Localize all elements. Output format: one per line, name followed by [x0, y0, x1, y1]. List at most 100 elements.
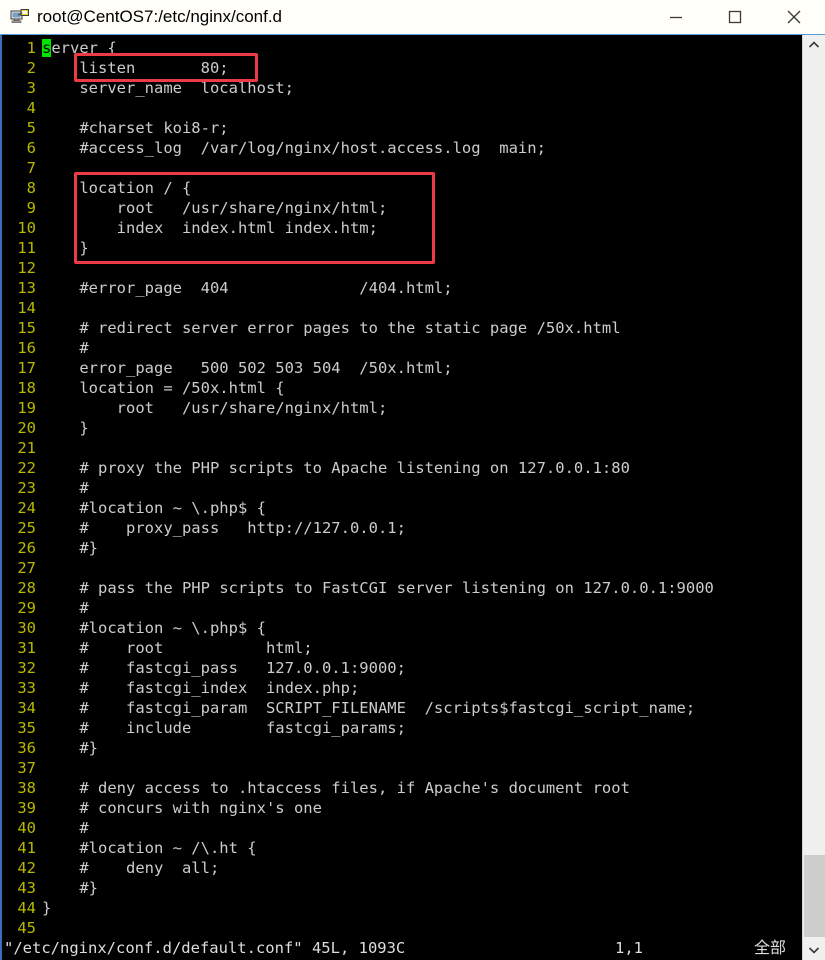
line-text: root /usr/share/nginx/html;	[42, 399, 388, 417]
line-number: 30	[17, 619, 36, 637]
minimize-button[interactable]	[653, 0, 699, 34]
line-text: # concurs with nginx's one	[42, 799, 322, 817]
code-line[interactable]: 43 #}	[2, 878, 802, 898]
line-number: 14	[17, 299, 36, 317]
code-line[interactable]: 32 # fastcgi_pass 127.0.0.1:9000;	[2, 658, 802, 678]
scrollbar-track[interactable]	[803, 55, 825, 940]
line-number: 39	[17, 799, 36, 817]
status-scroll-scope: 全部	[754, 938, 787, 957]
code-line[interactable]: 26 #}	[2, 538, 802, 558]
line-number: 3	[26, 79, 36, 97]
text-cursor: s	[42, 39, 52, 57]
line-number: 22	[17, 459, 36, 477]
code-line[interactable]: 44}	[2, 898, 802, 918]
line-number: 12	[17, 259, 36, 277]
code-line[interactable]: 23 #	[2, 478, 802, 498]
line-number: 45	[17, 919, 36, 937]
code-line[interactable]: 16 #	[2, 338, 802, 358]
line-text: }	[42, 899, 52, 917]
window-title: root@CentOS7:/etc/nginx/conf.d	[37, 7, 282, 26]
code-line[interactable]: 36 #}	[2, 738, 802, 758]
code-line[interactable]: 13 #error_page 404 /404.html;	[2, 278, 802, 298]
line-number: 15	[17, 319, 36, 337]
line-number: 28	[17, 579, 36, 597]
terminal-screen[interactable]: 1 server {2 listen 80; 3 server_name local…	[0, 35, 825, 960]
code-line[interactable]: 15 # redirect server error pages to the …	[2, 318, 802, 338]
line-text: #	[42, 599, 89, 617]
line-text: # root html;	[42, 639, 313, 657]
line-number: 42	[17, 859, 36, 877]
code-line[interactable]: 30 #location ~ \.php$ {	[2, 618, 802, 638]
line-number: 6	[26, 139, 36, 157]
close-button[interactable]	[771, 0, 817, 34]
scrollbar-thumb[interactable]	[804, 855, 825, 937]
vim-editor-buffer[interactable]: 1 server {2 listen 80; 3 server_name local…	[2, 38, 802, 937]
putty-window: root@CentOS7:/etc/nginx/conf.d 1 server {…	[0, 0, 825, 960]
code-line[interactable]: 38 # deny access to .htaccess files, if …	[2, 778, 802, 798]
code-line[interactable]: 7	[2, 158, 802, 178]
code-line[interactable]: 25 # proxy_pass http://127.0.0.1;	[2, 518, 802, 538]
code-line[interactable]: 22 # proxy the PHP scripts to Apache lis…	[2, 458, 802, 478]
line-number: 19	[17, 399, 36, 417]
line-number: 27	[17, 559, 36, 577]
code-line[interactable]: 42 # deny all;	[2, 858, 802, 878]
code-line[interactable]: 31 # root html;	[2, 638, 802, 658]
line-number: 16	[17, 339, 36, 357]
window-titlebar: root@CentOS7:/etc/nginx/conf.d	[0, 0, 825, 35]
line-number: 41	[17, 839, 36, 857]
code-line[interactable]: 29 #	[2, 598, 802, 618]
code-line[interactable]: 11 }	[2, 238, 802, 258]
code-line[interactable]: 10 index index.html index.htm;	[2, 218, 802, 238]
code-line[interactable]: 21	[2, 438, 802, 458]
code-line[interactable]: 5 #charset koi8-r;	[2, 118, 802, 138]
chevron-down-icon[interactable]	[803, 940, 825, 960]
code-line[interactable]: 6 #access_log /var/log/nginx/host.access…	[2, 138, 802, 158]
code-line[interactable]: 27	[2, 558, 802, 578]
line-number: 26	[17, 539, 36, 557]
line-text: error_page 500 502 503 504 /50x.html;	[42, 359, 453, 377]
code-line[interactable]: 33 # fastcgi_index index.php;	[2, 678, 802, 698]
code-line[interactable]: 19 root /usr/share/nginx/html;	[2, 398, 802, 418]
code-line[interactable]: 20 }	[2, 418, 802, 438]
code-line[interactable]: 45	[2, 918, 802, 938]
code-line[interactable]: 8 location / {	[2, 178, 802, 198]
code-line[interactable]: 14	[2, 298, 802, 318]
code-line[interactable]: 24 #location ~ \.php$ {	[2, 498, 802, 518]
code-line[interactable]: 37	[2, 758, 802, 778]
line-number: 9	[26, 199, 36, 217]
chevron-up-icon[interactable]	[803, 35, 825, 55]
code-line[interactable]: 40 #	[2, 818, 802, 838]
code-line[interactable]: 34 # fastcgi_param SCRIPT_FILENAME /scri…	[2, 698, 802, 718]
line-number: 29	[17, 599, 36, 617]
line-text: #access_log /var/log/nginx/host.access.l…	[42, 139, 546, 157]
line-number: 10	[17, 219, 36, 237]
code-line[interactable]: 4	[2, 98, 802, 118]
code-line[interactable]: 3 server_name localhost;	[2, 78, 802, 98]
line-text: index index.html index.htm;	[42, 219, 378, 237]
line-number: 32	[17, 659, 36, 677]
code-line[interactable]: 39 # concurs with nginx's one	[2, 798, 802, 818]
code-line[interactable]: 35 # include fastcgi_params;	[2, 718, 802, 738]
code-line[interactable]: 28 # pass the PHP scripts to FastCGI ser…	[2, 578, 802, 598]
code-line[interactable]: 2 listen 80;	[2, 58, 802, 78]
line-text: root /usr/share/nginx/html;	[42, 199, 388, 217]
code-line[interactable]: 41 #location ~ /\.ht {	[2, 838, 802, 858]
maximize-button[interactable]	[712, 0, 758, 34]
line-number: 34	[17, 699, 36, 717]
line-text: location / {	[42, 179, 192, 197]
line-text: #location ~ \.php$ {	[42, 499, 266, 517]
putty-terminal-icon	[10, 8, 30, 28]
line-number: 13	[17, 279, 36, 297]
vertical-scrollbar[interactable]	[802, 35, 825, 960]
code-line[interactable]: 1 server {	[2, 38, 802, 58]
status-cursor-position: 1,1	[615, 939, 643, 957]
line-text: # fastcgi_pass 127.0.0.1:9000;	[42, 659, 406, 677]
code-line[interactable]: 9 root /usr/share/nginx/html;	[2, 198, 802, 218]
vim-status-line: "/etc/nginx/conf.d/default.conf" 45L, 10…	[2, 936, 802, 960]
code-line[interactable]: 12	[2, 258, 802, 278]
code-line[interactable]: 18 location = /50x.html {	[2, 378, 802, 398]
line-number: 37	[17, 759, 36, 777]
line-text: #charset koi8-r;	[42, 119, 229, 137]
code-line[interactable]: 17 error_page 500 502 503 504 /50x.html;	[2, 358, 802, 378]
line-text: server {	[42, 38, 117, 58]
